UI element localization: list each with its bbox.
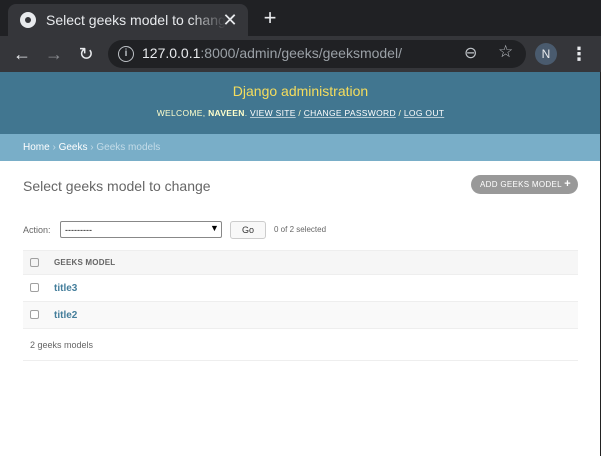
url-host: 127.0.0.1: [142, 45, 201, 61]
page-title: Select geeks model to change: [23, 178, 211, 194]
tab-title: Select geeks model to change | Django si…: [46, 12, 226, 28]
close-tab-icon[interactable]: ✕: [220, 10, 240, 30]
change-password-link[interactable]: Change password: [304, 108, 396, 118]
user-tools-separator: /: [395, 108, 404, 118]
profile-avatar[interactable]: N: [535, 43, 557, 65]
address-bar[interactable]: i 127.0.0.1:8000/admin/geeks/geeksmodel/…: [108, 40, 526, 68]
url-path: :8000/admin/geeks/geeksmodel/: [200, 45, 402, 61]
action-select[interactable]: ---------: [60, 221, 222, 238]
user-tools: Welcome, Naveen. View site / Change pass…: [156, 108, 445, 118]
breadcrumb-app[interactable]: Geeks: [59, 142, 88, 153]
add-button-label: ADD GEEKS MODEL: [480, 180, 562, 189]
go-button[interactable]: Go: [230, 221, 266, 239]
selection-counter: 0 of 2 selected: [274, 225, 327, 234]
log-out-link[interactable]: Log out: [404, 108, 444, 118]
breadcrumb: Home › Geeks › Geeks models: [0, 134, 601, 161]
new-tab-button[interactable]: +: [258, 6, 282, 30]
browser-tab[interactable]: Select geeks model to change | Django si…: [8, 4, 248, 36]
table-row: title2: [23, 302, 578, 329]
admin-header: Django administration Welcome, Naveen. V…: [0, 72, 601, 134]
plus-icon: +: [564, 178, 571, 190]
result-list: GEEKS MODEL title3 title2 2 geeks models: [23, 250, 578, 361]
row-link[interactable]: title3: [54, 283, 77, 294]
row-checkbox[interactable]: [30, 283, 39, 292]
browser-toolbar: ← → ↻ i 127.0.0.1:8000/admin/geeks/geeks…: [0, 36, 601, 72]
table-header: GEEKS MODEL: [23, 250, 578, 275]
column-header-geeks-model[interactable]: GEEKS MODEL: [54, 258, 115, 267]
welcome-text: Welcome,: [156, 108, 206, 118]
select-all-checkbox[interactable]: [30, 258, 39, 267]
breadcrumb-current: Geeks models: [96, 142, 161, 153]
back-arrow-icon[interactable]: ←: [10, 42, 34, 66]
row-link[interactable]: title2: [54, 310, 77, 321]
forward-arrow-icon[interactable]: →: [42, 42, 66, 66]
url-text[interactable]: 127.0.0.1:8000/admin/geeks/geeksmodel/: [142, 45, 402, 61]
favicon-icon: [20, 12, 36, 28]
actions-bar: Action: --------- ▼ Go 0 of 2 selected: [23, 220, 578, 240]
browser-menu-icon[interactable]: ⋮: [570, 43, 588, 65]
view-site-link[interactable]: View site: [250, 108, 296, 118]
add-geeks-model-button[interactable]: ADD GEEKS MODEL +: [471, 175, 578, 194]
browser-tab-strip: Select geeks model to change | Django si…: [0, 0, 601, 36]
site-info-icon[interactable]: i: [118, 46, 134, 62]
breadcrumb-separator: ›: [49, 142, 59, 153]
reload-icon[interactable]: ↻: [74, 42, 98, 66]
bookmark-star-icon[interactable]: ☆: [498, 42, 513, 62]
username: Naveen: [208, 108, 245, 118]
paginator: 2 geeks models: [23, 329, 578, 361]
user-tools-separator: /: [295, 108, 304, 118]
table-row: title3: [23, 275, 578, 302]
zoom-icon[interactable]: ⊖: [464, 43, 477, 63]
action-label: Action:: [23, 225, 51, 235]
row-checkbox[interactable]: [30, 310, 39, 319]
site-branding[interactable]: Django administration: [0, 83, 601, 99]
breadcrumb-home[interactable]: Home: [23, 142, 50, 153]
